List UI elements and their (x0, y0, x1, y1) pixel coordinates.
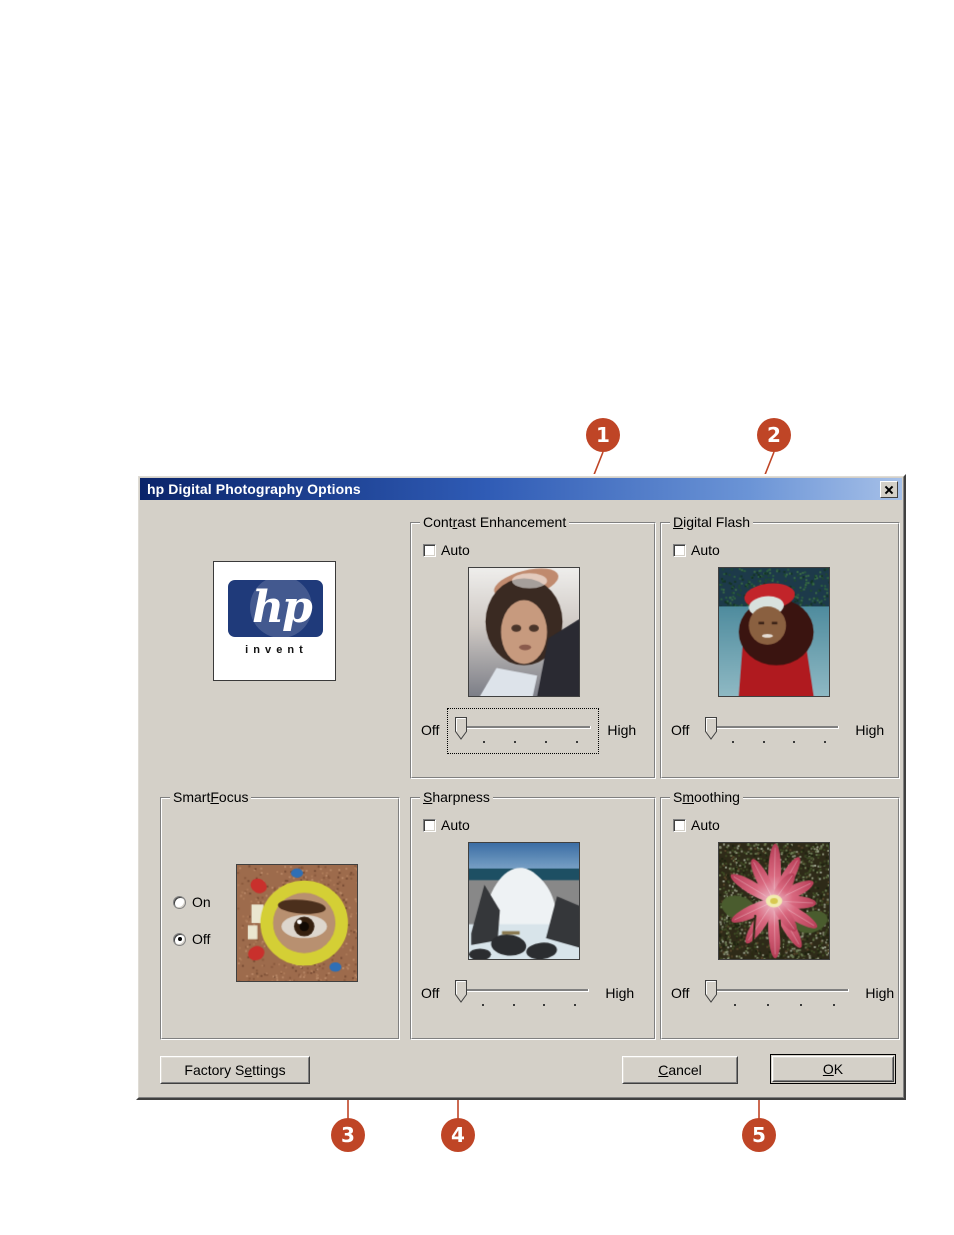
contrast-slider-row[interactable]: Off High (421, 708, 637, 754)
smartfocus-radio-on-row[interactable]: On (173, 894, 211, 910)
group-smoothing: Smoothing Auto Off High (660, 789, 900, 1040)
flash-slider-track[interactable] (717, 726, 840, 729)
flash-auto-checkbox[interactable] (673, 543, 686, 557)
group-digital-flash: Digital Flash Auto Off High (660, 514, 900, 779)
close-icon[interactable] (880, 480, 898, 498)
contrast-enhancement-title: Contrast Enhancement (420, 514, 570, 530)
flash-slider-row[interactable]: Off High (671, 715, 884, 745)
smoothing-title-a: S (673, 789, 683, 805)
factory-settings-button[interactable]: Factory Settings (160, 1056, 310, 1084)
sharpness-slider[interactable] (453, 978, 591, 1008)
contrast-slider-min-label: Off (421, 722, 440, 738)
flash-slider-max-label: High (855, 722, 885, 738)
sharpness-slider-track[interactable] (467, 989, 590, 992)
ok-button[interactable]: OK (770, 1054, 896, 1084)
smoothing-slider-row[interactable]: Off High (671, 978, 894, 1008)
digital-flash-title: Digital Flash (670, 514, 754, 530)
sharpness-title-rest: harpness (432, 789, 490, 805)
smartfocus-radio-on-label: On (192, 894, 211, 910)
contrast-auto-checkbox-row[interactable]: Auto (423, 542, 470, 558)
smoothing-auto-label: Auto (691, 817, 720, 833)
smoothing-slider-min-label: Off (671, 985, 690, 1001)
sharpness-slider-min-label: Off (421, 985, 440, 1001)
callout-badge-3: 3 (331, 1118, 365, 1152)
cancel-button-label: Cancel (658, 1062, 702, 1078)
flash-auto-label: Auto (691, 542, 720, 558)
smartfocus-radio-off-row[interactable]: Off (173, 931, 210, 947)
smartfocus-title-a: Smart (173, 789, 211, 805)
sharpness-title: Sharpness (420, 789, 493, 805)
flash-slider-min-label: Off (671, 722, 690, 738)
smoothing-slider[interactable] (703, 978, 851, 1008)
smoothing-auto-checkbox-row[interactable]: Auto (673, 817, 720, 833)
contrast-slider[interactable] (447, 708, 600, 754)
contrast-auto-checkbox[interactable] (423, 543, 436, 557)
contrast-slider-thumb[interactable] (455, 717, 468, 740)
dialog-client-area: hp i n v e n t Contrast Enhancement Auto… (140, 500, 902, 1096)
contrast-slider-max-label: High (607, 722, 637, 738)
smartfocus-title-b: ocus (218, 789, 249, 805)
smartfocus-radio-off[interactable] (173, 932, 186, 946)
sharpness-slider-thumb[interactable] (455, 980, 468, 1003)
sharpness-preview-image (468, 842, 580, 960)
cancel-button[interactable]: Cancel (622, 1056, 738, 1084)
contrast-auto-label: Auto (441, 542, 470, 558)
group-smartfocus: SmartFocus On Off (160, 789, 400, 1040)
titlebar[interactable]: hp Digital Photography Options (140, 478, 902, 500)
sharpness-slider-max-label: High (605, 985, 635, 1001)
smoothing-slider-max-label: High (865, 985, 895, 1001)
ok-button-label: OK (822, 1061, 844, 1077)
group-sharpness: Sharpness Auto Off High (410, 789, 656, 1040)
contrast-preview-image (468, 567, 580, 697)
smoothing-title: Smoothing (670, 789, 743, 805)
digital-flash-title-rest: igital Flash (683, 514, 751, 530)
dialog-window: hp Digital Photography Options hp i n v … (136, 474, 906, 1100)
smartfocus-radio-off-label: Off (192, 931, 211, 947)
flash-slider[interactable] (703, 715, 841, 745)
hp-logo-wordmark: hp (252, 582, 313, 633)
flash-slider-ticks (717, 741, 839, 745)
flash-slider-thumb[interactable] (705, 717, 718, 740)
contrast-slider-track[interactable] (467, 726, 592, 729)
smoothing-preview-image (718, 842, 830, 960)
sharpness-slider-row[interactable]: Off High (421, 978, 634, 1008)
factory-settings-button-label: Factory Settings (184, 1062, 286, 1078)
smoothing-slider-track[interactable] (717, 989, 850, 992)
callout-badge-5: 5 (742, 1118, 776, 1152)
window-title: hp Digital Photography Options (147, 481, 361, 497)
smartfocus-preview-image (236, 864, 358, 982)
callout-badge-1: 1 (586, 418, 620, 452)
group-contrast-enhancement: Contrast Enhancement Auto Off High (410, 514, 656, 779)
page-root: hp Digital Photography Options hp i n v … (0, 0, 954, 1235)
smoothing-title-b: oothing (694, 789, 740, 805)
contrast-slider-ticks (467, 741, 591, 745)
sharpness-auto-checkbox-row[interactable]: Auto (423, 817, 470, 833)
smoothing-auto-checkbox[interactable] (673, 818, 686, 832)
hp-logo-badge: hp (228, 580, 323, 637)
callout-badge-4: 4 (441, 1118, 475, 1152)
sharpness-auto-label: Auto (441, 817, 470, 833)
hp-logo: hp i n v e n t (213, 561, 336, 681)
smartfocus-title: SmartFocus (170, 789, 252, 805)
flash-preview-image (718, 567, 830, 697)
callout-badge-2: 2 (757, 418, 791, 452)
smartfocus-radio-on[interactable] (173, 895, 186, 909)
contrast-slider-focus-rect (447, 708, 600, 754)
flash-auto-checkbox-row[interactable]: Auto (673, 542, 720, 558)
smoothing-slider-ticks (717, 1004, 849, 1008)
hp-logo-tagline: i n v e n t (245, 644, 304, 656)
sharpness-slider-ticks (467, 1004, 589, 1008)
smoothing-slider-thumb[interactable] (705, 980, 718, 1003)
sharpness-auto-checkbox[interactable] (423, 818, 436, 832)
